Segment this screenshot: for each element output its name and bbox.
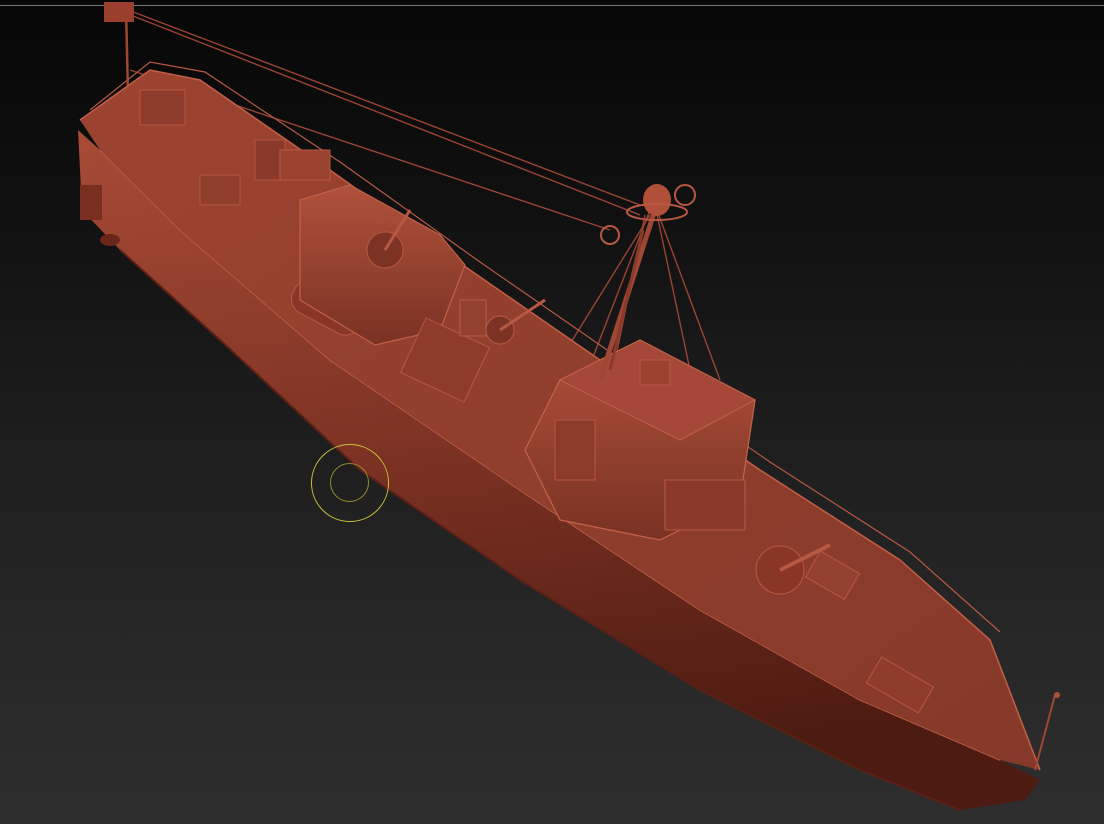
brush-cursor-inner-ring xyxy=(330,463,369,502)
ship-model[interactable] xyxy=(0,0,1104,824)
flag-staff xyxy=(104,2,134,96)
3d-viewport[interactable] xyxy=(0,0,1104,824)
brush-cursor xyxy=(311,444,389,522)
